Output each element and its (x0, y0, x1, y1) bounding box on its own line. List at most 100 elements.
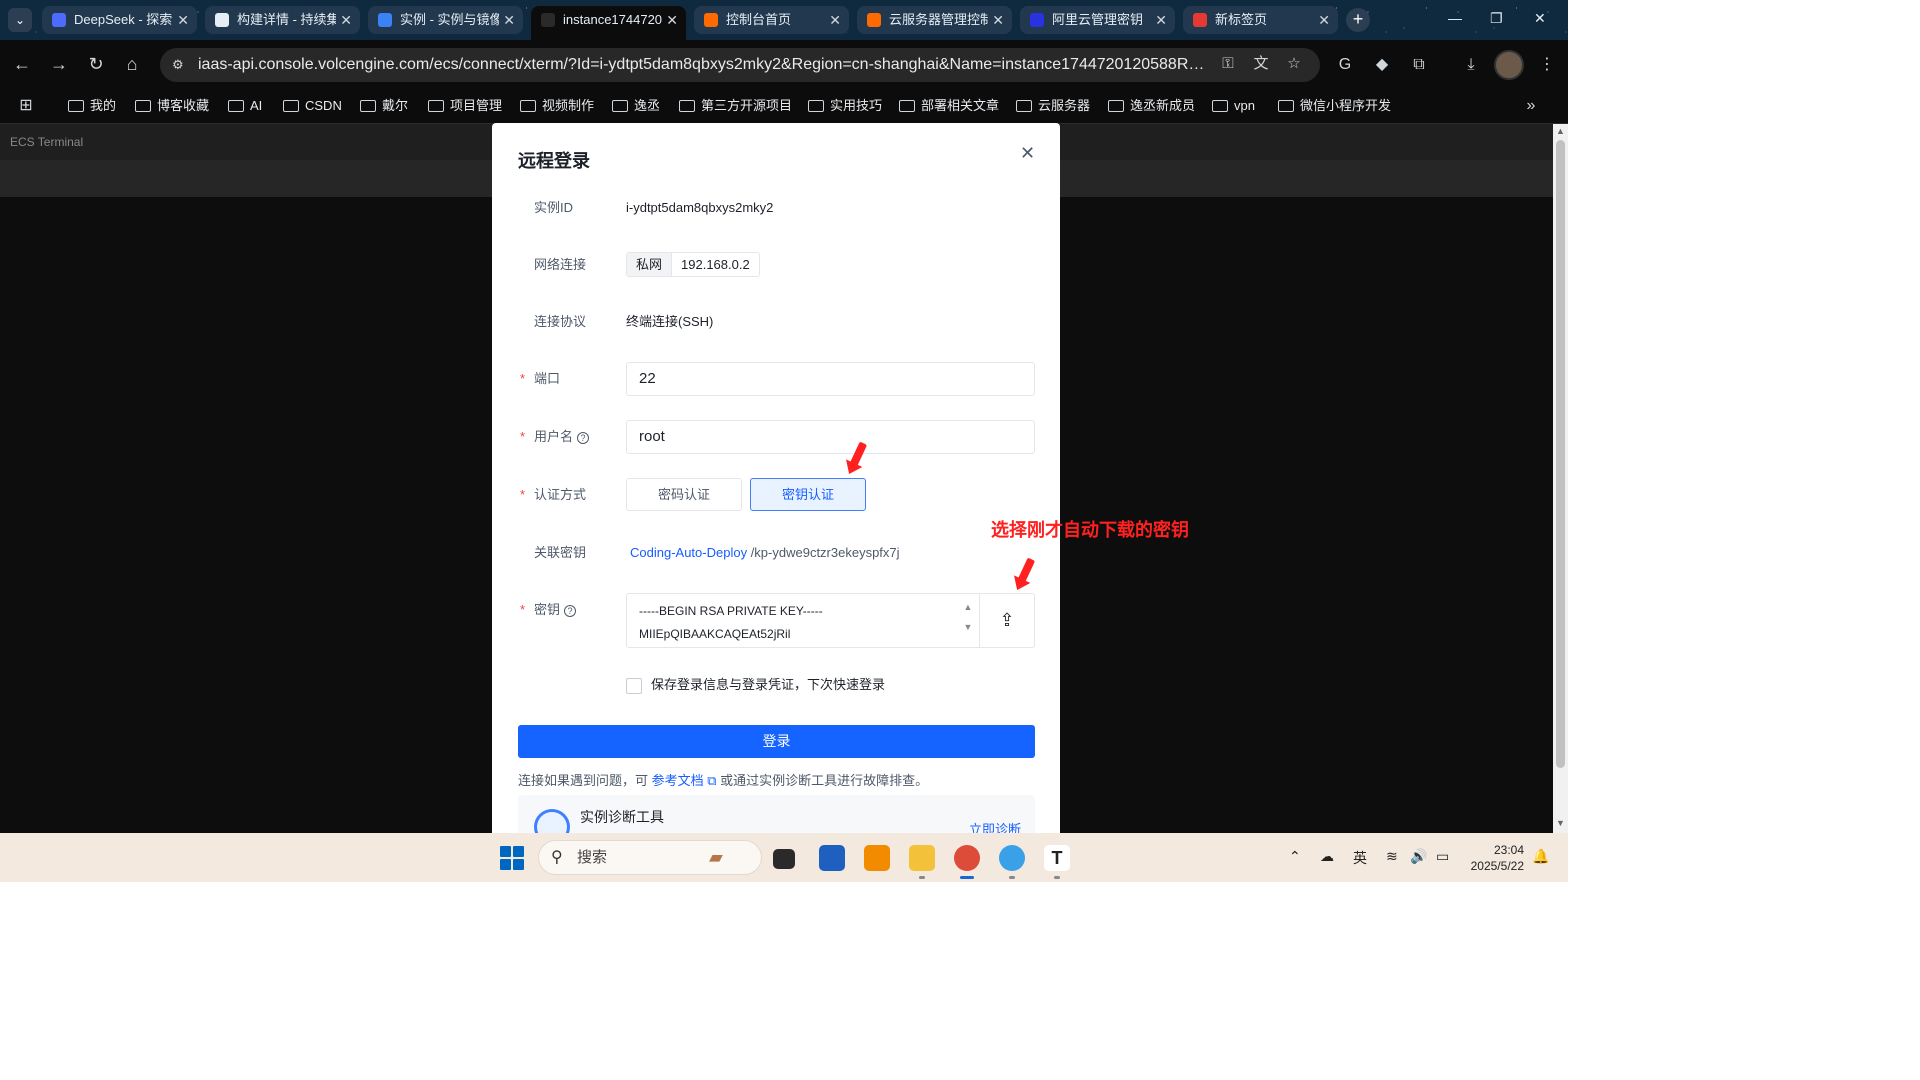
apps-grid-icon[interactable]: ⊞ (15, 95, 37, 117)
back-icon[interactable]: ← (10, 52, 34, 76)
address-bar[interactable]: ⚙ iaas-api.console.volcengine.com/ecs/co… (160, 48, 1320, 82)
port-input[interactable]: 22 (626, 362, 1035, 396)
restore-button[interactable]: ❐ (1490, 10, 1503, 27)
bookmark-star-icon[interactable]: ☆ (1284, 54, 1304, 74)
volume-icon[interactable]: 🔊 (1410, 848, 1427, 865)
bookmark-folder[interactable]: AI (228, 96, 262, 116)
textarea-scrollbar[interactable]: ▲ ▼ (962, 597, 974, 645)
upload-key-button[interactable]: ⇪ (980, 593, 1035, 648)
network-tag: 私网 192.168.0.2 (626, 252, 760, 277)
more-menu-icon[interactable]: ⋮ (1536, 54, 1558, 76)
download-icon[interactable]: ⤓ (1460, 54, 1482, 76)
reference-doc-link[interactable]: 参考文档 ⧉ (652, 773, 717, 788)
related-key-link[interactable]: Coding-Auto-Deploy (630, 545, 747, 560)
tab-close-icon[interactable]: ✕ (177, 6, 189, 34)
bookmark-folder[interactable]: 戴尔 (360, 96, 408, 116)
extensions-puzzle-icon[interactable]: ⧉ (1408, 54, 1430, 76)
file-explorer-icon[interactable] (909, 845, 935, 879)
task-view-icon[interactable] (773, 849, 795, 869)
key-label: 密钥? (534, 600, 577, 620)
scroll-up-icon[interactable]: ▲ (1556, 126, 1565, 136)
typora-app-icon[interactable]: T (1044, 845, 1070, 879)
tab-search-button[interactable]: ⌄ (8, 8, 32, 32)
wifi-icon[interactable]: ≋ (1386, 848, 1398, 865)
bookmark-folder[interactable]: 云服务器 (1016, 96, 1090, 116)
bookmark-label: 戴尔 (382, 98, 409, 113)
tab-close-icon[interactable]: ✕ (340, 6, 352, 34)
chrome-app-icon[interactable] (954, 845, 980, 879)
upload-icon: ⇪ (999, 610, 1015, 630)
username-input[interactable]: root (626, 420, 1035, 454)
tab-favicon-icon (215, 13, 229, 27)
save-login-checkbox[interactable] (626, 678, 642, 694)
home-icon[interactable]: ⌂ (120, 52, 144, 76)
bookmark-folder[interactable]: 我的 (68, 96, 116, 116)
search-icon: ⚲ (551, 849, 563, 866)
bookmark-folder[interactable]: vpn (1212, 96, 1255, 116)
bookmark-folder[interactable]: 实用技巧 (808, 96, 882, 116)
page-scrollbar[interactable]: ▲ ▼ (1553, 124, 1568, 833)
password-key-icon[interactable]: ⚿ (1218, 54, 1238, 74)
bookmark-folder[interactable]: 部署相关文章 (899, 96, 999, 116)
bookmark-folder[interactable]: 博客收藏 (135, 96, 209, 116)
scrollbar-thumb[interactable] (1556, 140, 1565, 768)
start-button[interactable] (500, 846, 524, 870)
browser-tab[interactable]: instance1744720 ✕ (531, 6, 686, 40)
store-app-icon[interactable] (819, 845, 845, 871)
translate-icon[interactable]: 文 (1251, 54, 1271, 74)
taskbar-search[interactable]: ⚲ 搜索 ▰ (538, 840, 762, 875)
browser-tab[interactable]: DeepSeek - 探索 ✕ (42, 6, 197, 34)
cloud-sync-icon[interactable]: ☁ (1320, 848, 1334, 865)
reference-doc-text[interactable]: 参考文档 (652, 773, 704, 788)
battery-icon[interactable]: ▭ (1436, 848, 1449, 865)
forward-icon[interactable]: → (47, 52, 71, 76)
tab-favicon-icon (704, 13, 718, 27)
help-icon[interactable]: ? (564, 604, 577, 617)
browser-tab[interactable]: 新标签页 ✕ (1183, 6, 1338, 34)
notification-icon[interactable]: 🔔 (1532, 848, 1549, 865)
help-icon[interactable]: ? (577, 431, 590, 444)
key-auth-button[interactable]: 密钥认证 (750, 478, 866, 511)
bookmark-folder[interactable]: 视频制作 (520, 96, 594, 116)
browser-tab[interactable]: 云服务器管理控制台 ✕ (857, 6, 1012, 34)
bookmark-folder[interactable]: 逸丞新成员 (1108, 96, 1195, 116)
tab-close-icon[interactable]: ✕ (829, 6, 841, 34)
close-icon[interactable]: ✕ (1020, 143, 1035, 164)
extension-icon[interactable]: ◆ (1371, 54, 1393, 76)
minimize-button[interactable]: — (1448, 10, 1462, 26)
ime-indicator[interactable]: 英 (1353, 848, 1367, 868)
bookmark-folder[interactable]: 逸丞 (612, 96, 660, 116)
browser-tab[interactable]: 实例 - 实例与镜像 ✕ (368, 6, 523, 34)
site-info-icon[interactable]: ⚙ (172, 57, 188, 73)
google-translate-extension-icon[interactable]: G (1334, 54, 1356, 76)
system-clock[interactable]: 23:04 2025/5/22 (1468, 842, 1524, 874)
browser-tab[interactable]: 构建详情 - 持续集 ✕ (205, 6, 360, 34)
browser-tab[interactable]: 控制台首页 ✕ (694, 6, 849, 34)
chat-app-icon[interactable] (999, 845, 1025, 879)
tab-strip: ⌄ DeepSeek - 探索 ✕ 构建详情 - 持续集 ✕ 实例 - 实例与镜像 ✕ in… (0, 0, 1568, 40)
sublime-app-icon[interactable] (864, 845, 890, 871)
login-button[interactable]: 登录 (518, 725, 1035, 758)
tab-close-icon[interactable]: ✕ (1155, 6, 1167, 34)
bookmark-folder[interactable]: 微信小程序开发 (1278, 96, 1391, 116)
browser-tab[interactable]: 阿里云管理密钥 ✕ (1020, 6, 1175, 34)
bookmark-folder[interactable]: 项目管理 (428, 96, 502, 116)
instance-id-label: 实例ID (534, 200, 574, 215)
bookmark-folder[interactable]: CSDN (283, 96, 342, 116)
save-login-label[interactable]: 保存登录信息与登录凭证，下次快速登录 (651, 675, 885, 695)
tab-close-icon[interactable]: ✕ (503, 6, 515, 34)
tab-close-icon[interactable]: ✕ (666, 6, 678, 34)
new-tab-button[interactable]: + (1346, 8, 1370, 32)
bookmark-folder[interactable]: 第三方开源项目 (679, 96, 792, 116)
window-close-button[interactable]: ✕ (1534, 10, 1546, 27)
avatar[interactable] (1494, 50, 1524, 80)
tab-close-icon[interactable]: ✕ (1318, 6, 1330, 34)
password-auth-button[interactable]: 密码认证 (626, 478, 742, 511)
scroll-down-icon[interactable]: ▼ (1556, 818, 1565, 828)
private-key-textarea[interactable]: -----BEGIN RSA PRIVATE KEY----- MIIEpQIB… (626, 593, 980, 648)
more-bookmarks-icon[interactable]: » (1520, 95, 1542, 117)
reload-icon[interactable]: ↻ (84, 52, 108, 76)
tray-overflow-icon[interactable]: ⌃ (1289, 848, 1301, 865)
tab-close-icon[interactable]: ✕ (992, 6, 1004, 34)
bookmark-label: 我的 (90, 98, 117, 113)
